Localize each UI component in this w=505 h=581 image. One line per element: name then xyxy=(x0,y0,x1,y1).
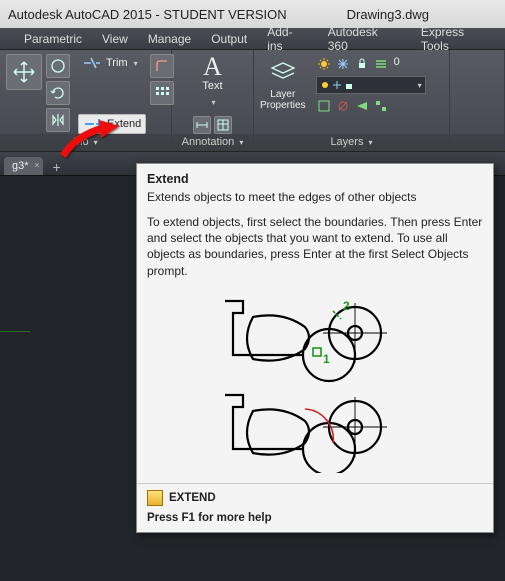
layer-combo[interactable]: ▾ xyxy=(316,76,426,94)
menu-addins[interactable]: Add-ins xyxy=(257,25,318,53)
panel-annotation: A Text ▾ Annotation ▾ xyxy=(172,50,254,151)
chevron-down-icon: ▾ xyxy=(418,81,422,90)
tooltip-command-row: EXTEND xyxy=(137,483,493,510)
tooltip-body: To extend objects, first select the boun… xyxy=(137,214,493,289)
new-tab-button[interactable]: + xyxy=(45,159,69,175)
table-icon[interactable] xyxy=(214,116,232,134)
freeze-icon[interactable] xyxy=(335,56,351,72)
layer-walk-icon[interactable] xyxy=(373,98,389,114)
move-icon[interactable] xyxy=(6,54,42,90)
tooltip-help: Press F1 for more help xyxy=(137,510,493,532)
tooltip-command: EXTEND xyxy=(169,492,216,504)
menu-bar: Parametric View Manage Output Add-ins Au… xyxy=(0,28,505,50)
illus-num-1: 1 xyxy=(323,352,330,366)
trim-icon xyxy=(82,56,102,70)
panel-modify-label: Mo xyxy=(73,136,88,148)
command-icon xyxy=(147,490,163,506)
tooltip-illustration: 2 1 xyxy=(137,289,493,483)
layer-match-icon[interactable] xyxy=(373,56,389,72)
ribbon: Trim ▾ Extend Mo ▾ A Text ▾ xyxy=(0,50,505,152)
menu-autodesk360[interactable]: Autodesk 360 xyxy=(318,25,411,53)
app-title: Autodesk AutoCAD 2015 - STUDENT VERSION xyxy=(8,7,287,22)
tooltip-title: Extend xyxy=(137,164,493,190)
circle-icon[interactable] xyxy=(46,54,70,78)
trim-dropdown-icon: ▾ xyxy=(134,59,138,68)
text-button[interactable]: A Text ▾ xyxy=(202,54,222,110)
layer-properties-label: Layer Properties xyxy=(260,89,306,111)
menu-view[interactable]: View xyxy=(92,32,138,46)
menu-expresstools[interactable]: Express Tools xyxy=(411,25,505,53)
layer-name-hint: 0 xyxy=(394,56,400,72)
extend-label: Extend xyxy=(107,118,141,130)
layer-properties-icon xyxy=(268,56,298,86)
layer-properties-button[interactable]: Layer Properties xyxy=(260,56,306,111)
extend-icon xyxy=(83,117,103,131)
dimension-icon[interactable] xyxy=(193,116,211,134)
layer-prev-icon[interactable] xyxy=(354,98,370,114)
text-label: Text xyxy=(202,80,222,92)
menu-output[interactable]: Output xyxy=(201,32,257,46)
document-name: Drawing3.dwg xyxy=(347,7,429,22)
trim-label: Trim xyxy=(106,57,128,69)
panel-modify: Trim ▾ Extend Mo ▾ xyxy=(0,50,172,151)
array-icon[interactable] xyxy=(150,81,174,105)
rotate-icon[interactable] xyxy=(46,81,70,105)
menu-manage[interactable]: Manage xyxy=(138,32,201,46)
layers-toolbar: 0 xyxy=(316,56,426,72)
panel-layers: Layer Properties 0 ▾ xyxy=(254,50,450,151)
illus-num-2: 2 xyxy=(343,299,350,313)
layer-iso-icon[interactable] xyxy=(316,98,332,114)
document-tab[interactable]: g3* × xyxy=(4,157,43,175)
menu-parametric[interactable]: Parametric xyxy=(14,32,92,46)
trim-button[interactable]: Trim ▾ xyxy=(78,54,146,72)
mirror-icon[interactable] xyxy=(46,108,70,132)
panel-extra xyxy=(450,50,505,151)
ucs-y-axis xyxy=(0,331,30,332)
lock-icon[interactable] xyxy=(354,56,370,72)
extend-button[interactable]: Extend xyxy=(78,114,146,134)
tooltip-subtitle: Extends objects to meet the edges of oth… xyxy=(137,190,493,214)
tooltip-extend: Extend Extends objects to meet the edges… xyxy=(136,163,494,533)
fillet-icon[interactable] xyxy=(150,54,174,78)
panel-layers-label: Layers xyxy=(330,136,363,148)
panel-annotation-label: Annotation xyxy=(182,136,235,148)
document-tab-label: g3* xyxy=(12,160,29,172)
close-icon[interactable]: × xyxy=(34,160,39,170)
light-on-icon[interactable] xyxy=(316,56,332,72)
layer-off-icon[interactable] xyxy=(335,98,351,114)
